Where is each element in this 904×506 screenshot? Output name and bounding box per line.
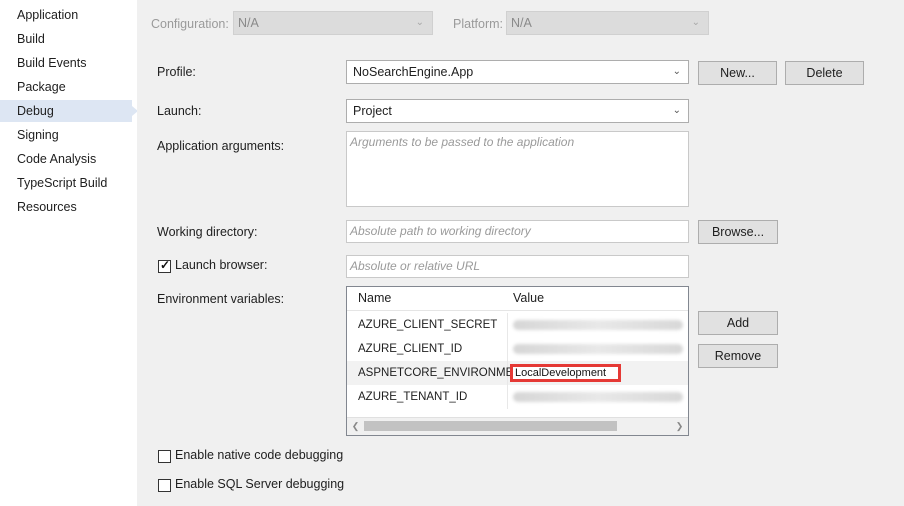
sql-debugging-checkbox[interactable] [158, 479, 171, 492]
env-name-cell[interactable]: AZURE_CLIENT_ID [347, 337, 508, 361]
platform-select: N/A ⌄ [506, 11, 709, 35]
env-vars-grid[interactable]: Name Value AZURE_CLIENT_SECRET AZURE_CLI… [346, 286, 689, 436]
env-value-cell[interactable] [509, 385, 688, 409]
sidebar-item-resources[interactable]: Resources [0, 196, 132, 218]
checkmark-icon: ✓ [160, 258, 171, 272]
env-vars-label: Environment variables: [157, 292, 285, 306]
add-env-button[interactable]: Add [698, 311, 778, 335]
table-row[interactable]: AZURE_TENANT_ID [347, 385, 688, 409]
sidebar-item-debug[interactable]: Debug [0, 100, 138, 122]
remove-env-button[interactable]: Remove [698, 344, 778, 368]
env-name-cell[interactable]: ASPNETCORE_ENVIRONMENT [347, 361, 529, 385]
app-args-input[interactable]: Arguments to be passed to the applicatio… [346, 131, 689, 207]
working-dir-input[interactable]: Absolute path to working directory [346, 220, 689, 243]
env-value-edit[interactable]: LocalDevelopment [510, 364, 621, 382]
working-dir-label: Working directory: [157, 225, 258, 239]
table-row[interactable]: AZURE_CLIENT_ID [347, 337, 688, 361]
configuration-value: N/A [238, 16, 259, 30]
env-name-cell[interactable]: AZURE_CLIENT_SECRET [347, 313, 508, 337]
delete-profile-button[interactable]: Delete [785, 61, 864, 85]
redacted-value [513, 344, 683, 354]
scrollbar-thumb[interactable] [364, 421, 617, 431]
platform-label: Platform: [453, 17, 504, 31]
env-name-cell[interactable]: AZURE_TENANT_ID [347, 385, 508, 409]
sidebar-item-signing[interactable]: Signing [0, 124, 132, 146]
launch-label: Launch: [157, 104, 202, 118]
app-args-label: Application arguments: [157, 139, 285, 153]
grid-header: Name Value [347, 287, 688, 311]
chevron-down-icon: ⌄ [672, 105, 681, 116]
sidebar-item-package[interactable]: Package [0, 76, 132, 98]
env-value-cell[interactable]: LocalDevelopment [509, 361, 688, 385]
sidebar-item-build-events[interactable]: Build Events [0, 52, 132, 74]
column-header-value[interactable]: Value [502, 287, 544, 310]
sidebar-item-code-analysis[interactable]: Code Analysis [0, 148, 132, 170]
launch-url-input[interactable]: Absolute or relative URL [346, 255, 689, 278]
profile-label: Profile: [157, 65, 196, 79]
table-row[interactable]: AZURE_CLIENT_SECRET [347, 313, 688, 337]
arrow-right-icon[interactable]: ❯ [671, 418, 688, 435]
debug-settings-panel: Configuration: N/A ⌄ Platform: N/A ⌄ Pro… [137, 0, 904, 506]
env-value-cell[interactable] [509, 337, 688, 361]
configuration-label: Configuration: [151, 17, 229, 31]
sql-debugging-label: Enable SQL Server debugging [175, 477, 345, 491]
chevron-down-icon: ⌄ [672, 66, 681, 77]
platform-value: N/A [511, 16, 532, 30]
browse-button[interactable]: Browse... [698, 220, 778, 244]
sidebar-item-build[interactable]: Build [0, 28, 132, 50]
table-row[interactable]: ASPNETCORE_ENVIRONMENT LocalDevelopment [347, 361, 688, 385]
profile-select[interactable]: NoSearchEngine.App ⌄ [346, 60, 689, 84]
redacted-value [513, 392, 683, 402]
new-profile-button[interactable]: New... [698, 61, 777, 85]
launch-select[interactable]: Project ⌄ [346, 99, 689, 123]
redacted-value [513, 320, 683, 330]
chevron-down-icon: ⌄ [691, 17, 700, 28]
configuration-select: N/A ⌄ [233, 11, 433, 35]
sidebar-item-typescript-build[interactable]: TypeScript Build [0, 172, 132, 194]
chevron-down-icon: ⌄ [415, 17, 424, 28]
native-debugging-label: Enable native code debugging [175, 448, 344, 462]
launch-value: Project [353, 104, 392, 118]
horizontal-scrollbar[interactable]: ❮ ❯ [347, 417, 688, 435]
native-debugging-checkbox[interactable] [158, 450, 171, 463]
sidebar: Application Build Build Events Package D… [0, 0, 138, 506]
env-value-cell[interactable] [509, 313, 688, 337]
arrow-left-icon[interactable]: ❮ [347, 418, 364, 435]
launch-browser-checkbox[interactable]: ✓ [158, 258, 171, 273]
launch-browser-label: Launch browser: [175, 258, 268, 272]
profile-value: NoSearchEngine.App [353, 65, 474, 79]
column-header-name[interactable]: Name [347, 287, 391, 310]
sidebar-item-application[interactable]: Application [0, 4, 132, 26]
